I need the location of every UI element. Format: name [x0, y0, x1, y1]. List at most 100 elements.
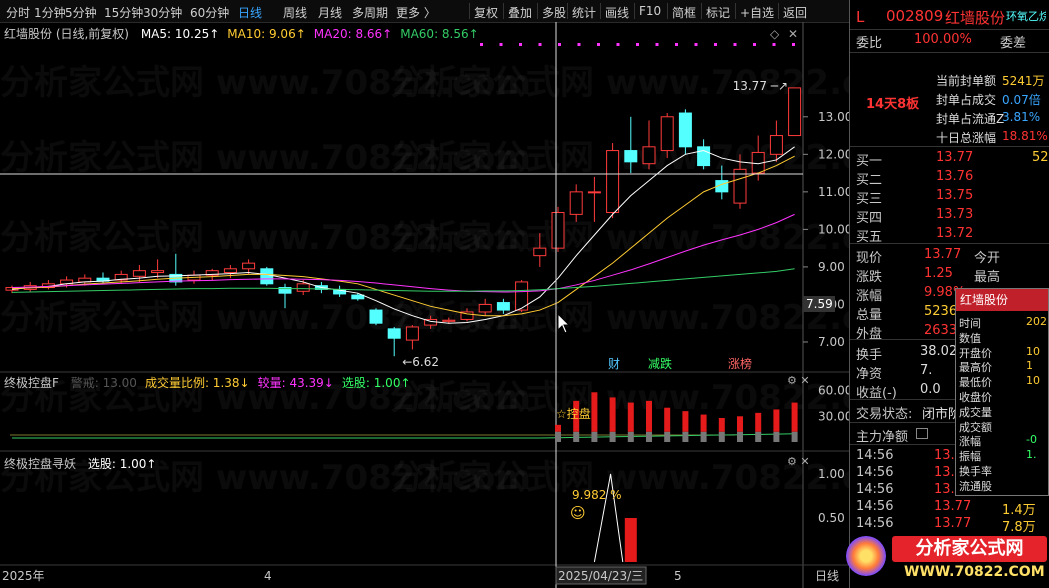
candle-body[interactable] — [478, 303, 492, 313]
period-tab[interactable]: 更多 〉 — [396, 4, 436, 21]
ma60-line — [11, 268, 795, 293]
logo-text: 分析家公式网 — [892, 536, 1047, 562]
candle-body[interactable] — [678, 112, 692, 148]
bid-price[interactable]: 13.77 — [936, 150, 973, 165]
tick-time: 14:56 — [856, 465, 894, 480]
signal-dot — [519, 43, 522, 46]
tooltip-label: 最高价 — [959, 361, 992, 375]
ind1-gray-bar — [609, 431, 616, 442]
tooltip-label: 流通股 — [959, 479, 992, 493]
stock-name: 红墙股份 — [945, 9, 1006, 27]
tooltip-label: 成交量 — [959, 405, 992, 419]
event-marker[interactable]: 财 — [608, 357, 620, 371]
candle-body[interactable] — [223, 268, 237, 274]
tooltip-value: -0 — [1026, 433, 1037, 447]
candle-body[interactable] — [242, 262, 256, 270]
bid-price[interactable]: 13.76 — [936, 169, 973, 184]
toolbar-button[interactable]: 返回 — [783, 4, 807, 21]
candle-body[interactable] — [132, 270, 146, 277]
settings-icon[interactable]: ⚙ ✕ — [787, 455, 810, 468]
bid-label: 买四 — [856, 211, 883, 226]
candle-body[interactable] — [296, 283, 310, 292]
toolbar-divider — [503, 3, 504, 19]
bid-price[interactable]: 13.73 — [936, 207, 973, 222]
candle-body[interactable] — [642, 146, 656, 165]
candle-body[interactable] — [151, 270, 165, 274]
diamond-icon[interactable]: ◇ — [770, 27, 780, 41]
candle-body[interactable] — [442, 319, 456, 322]
toolbar-button[interactable]: F10 — [639, 4, 661, 18]
tooltip-value: 1. — [1026, 448, 1037, 462]
period-tab[interactable]: 周线 — [283, 4, 307, 21]
ind1-y-tick: 30.00 — [818, 409, 849, 423]
candle-body[interactable] — [351, 294, 365, 300]
candle-body[interactable] — [587, 191, 601, 194]
flag-letter: L — [856, 8, 865, 26]
candle-body[interactable] — [697, 146, 711, 167]
ind2-y-tick: 1.00 — [818, 467, 845, 481]
indicator-legend-item: 选股: 1.00↑ — [87, 457, 157, 471]
toolbar-button[interactable]: +自选 — [740, 4, 774, 21]
indicator1-legend: 终极控盘F 警戒: 13.00 成交量比例: 1.38↓ 较量: 43.39↓ 选股:… — [4, 374, 411, 391]
ind1-gray-bar — [718, 431, 725, 442]
candle-body[interactable] — [387, 328, 401, 339]
list-icon[interactable] — [916, 428, 928, 439]
candle-body[interactable] — [788, 87, 802, 137]
period-tab[interactable]: 月线 — [318, 4, 342, 21]
candle-body[interactable] — [405, 326, 419, 341]
kline-chart[interactable]: 13.0012.0011.0010.009.008.007.0013.77 ─↗… — [0, 22, 849, 588]
candle-body[interactable] — [769, 135, 783, 155]
tooltip-title: 红墙股份 — [956, 289, 1048, 311]
event-marker[interactable]: 涨榜 — [728, 356, 752, 371]
candle-body[interactable] — [660, 116, 674, 152]
candle-body[interactable] — [496, 302, 510, 311]
period-tab[interactable]: 分时 — [6, 4, 30, 21]
ind1-line — [12, 433, 795, 439]
seal-value: 0.07倍 — [1002, 93, 1041, 107]
settings-icon[interactable]: ⚙ ✕ — [787, 374, 810, 387]
candle-body[interactable] — [369, 309, 383, 324]
ma20-line — [11, 213, 795, 293]
bid-label: 买三 — [856, 192, 883, 207]
toolbar-button[interactable]: 简框 — [672, 4, 696, 21]
seal-value: 3.81% — [1002, 110, 1041, 124]
more-value: 38.02 — [920, 344, 958, 359]
signal-dot — [694, 43, 698, 46]
period-tab[interactable]: 多周期 — [352, 4, 388, 21]
period-tab[interactable]: 30分钟 — [143, 4, 182, 21]
tick-time: 14:56 — [856, 516, 894, 531]
period-tab[interactable]: 5分钟 — [65, 4, 97, 21]
candle-body[interactable] — [260, 268, 274, 285]
indicator-legend-item: 成交量比例: 1.38↓ — [144, 376, 250, 390]
period-tab[interactable]: 1分钟 — [34, 4, 66, 21]
x-axis-label: 2025年 — [2, 569, 45, 583]
ind1-gray-bar — [627, 431, 634, 442]
period-tab[interactable]: 60分钟 — [190, 4, 229, 21]
indicator-legend-item: 较量: 43.39↓ — [257, 376, 334, 390]
concept-tag[interactable]: 环氧乙烷 — [1006, 8, 1046, 24]
candle-body[interactable] — [551, 211, 565, 249]
ind1-red-bar — [718, 418, 725, 432]
ind1-gray-bar — [791, 431, 798, 442]
period-tab[interactable]: 15分钟 — [104, 4, 143, 21]
candle-body[interactable] — [606, 150, 620, 213]
toolbar-button[interactable]: 多股 — [542, 4, 566, 21]
toolbar-button[interactable]: 标记 — [706, 4, 730, 21]
ind1-gray-bar — [773, 431, 780, 442]
bid-price[interactable]: 13.72 — [936, 226, 973, 241]
period-tab[interactable]: 日线 — [238, 4, 262, 21]
event-marker[interactable]: 减跌 — [648, 356, 672, 371]
bid-price[interactable]: 13.75 — [936, 188, 973, 203]
ind1-red-bar — [609, 397, 616, 432]
candle-body[interactable] — [569, 191, 583, 215]
candle-body[interactable] — [533, 247, 547, 257]
toolbar-button[interactable]: 统计 — [572, 4, 596, 21]
ind1-red-bar — [700, 414, 707, 432]
ind2-y-tick: 0.50 — [818, 511, 845, 525]
close-icon[interactable]: ✕ — [788, 27, 798, 41]
candle-body[interactable] — [624, 150, 638, 163]
toolbar-button[interactable]: 复权 — [474, 4, 498, 21]
ind1-red-bar — [555, 424, 561, 432]
toolbar-button[interactable]: 叠加 — [508, 4, 532, 21]
toolbar-button[interactable]: 画线 — [605, 4, 629, 21]
